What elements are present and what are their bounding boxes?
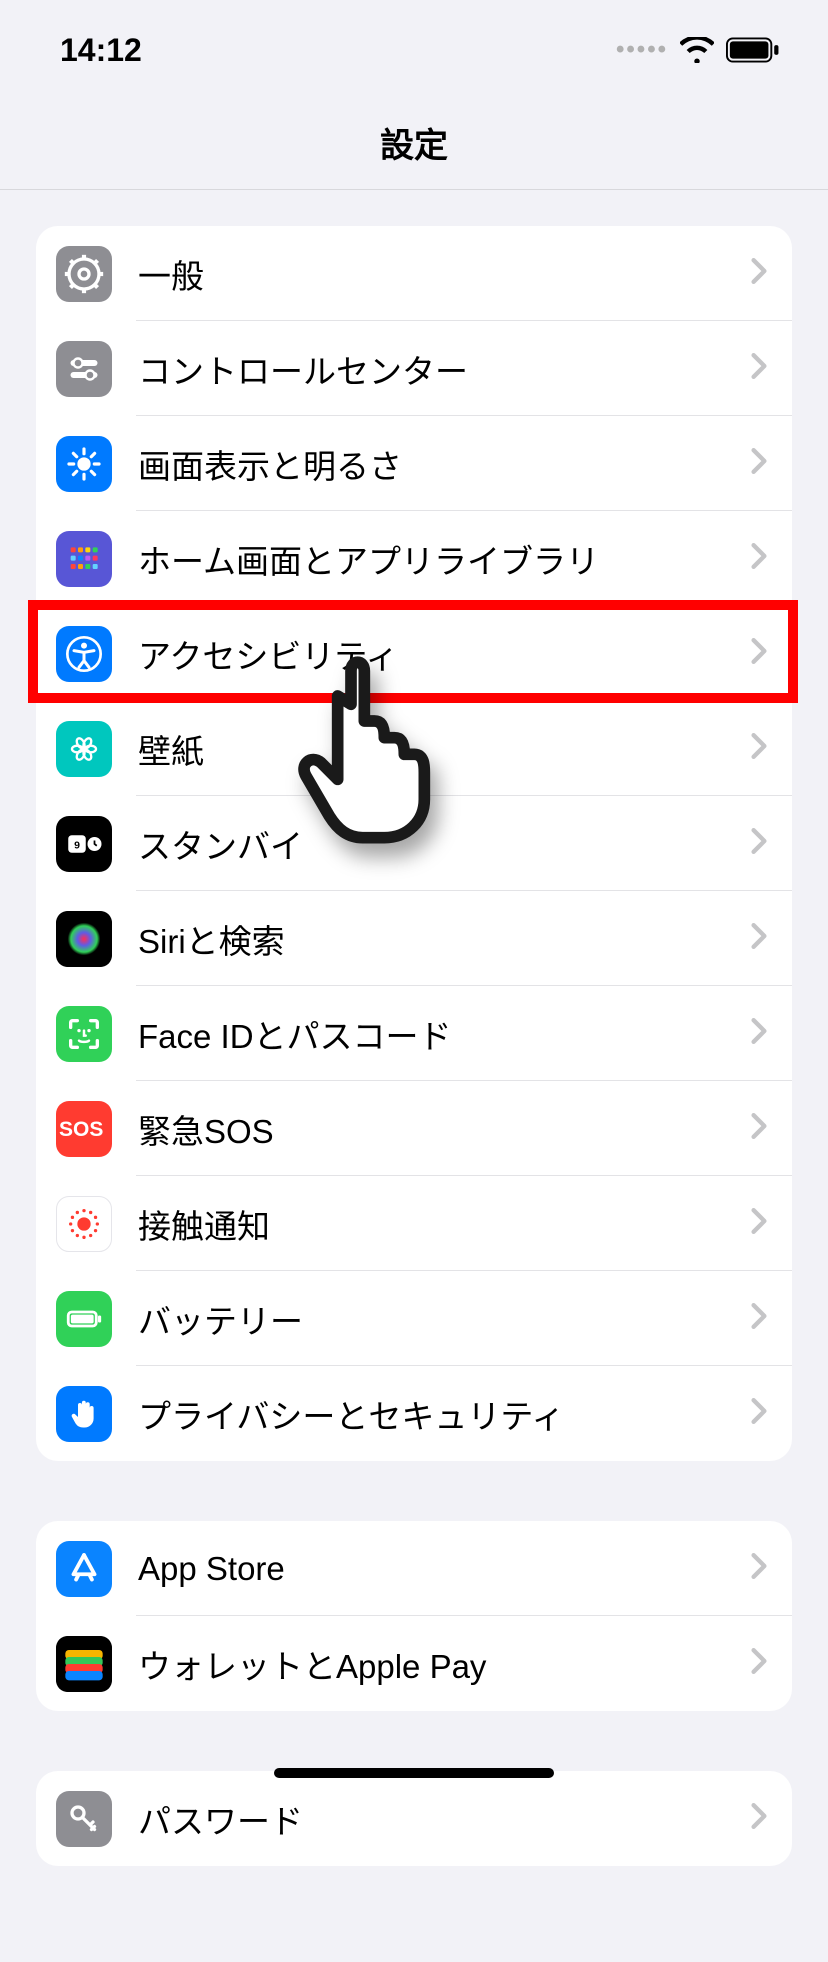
row-controlcenter[interactable]: コントロールセンター: [36, 321, 792, 416]
chevron-right-icon: [750, 1396, 768, 1431]
hand-cursor-icon: [286, 646, 456, 851]
row-label: 緊急SOS: [138, 1105, 750, 1153]
chevron-right-icon: [750, 1551, 768, 1586]
status-bar: 14:12 •••••: [0, 0, 828, 100]
row-label: Face IDとパスコード: [138, 1010, 750, 1058]
chevron-right-icon: [750, 446, 768, 481]
chevron-right-icon: [750, 541, 768, 576]
siri-icon: [56, 911, 112, 967]
row-wallet[interactable]: ウォレットとApple Pay: [36, 1616, 792, 1711]
exposure-icon: [56, 1196, 112, 1252]
row-label: プライバシーとセキュリティ: [138, 1390, 750, 1438]
row-display[interactable]: 画面表示と明るさ: [36, 416, 792, 511]
battery-icon: [726, 37, 780, 63]
chevron-right-icon: [750, 1111, 768, 1146]
appstore-icon: [56, 1541, 112, 1597]
row-home[interactable]: ホーム画面とアプリライブラリ: [36, 511, 792, 606]
face-icon: [56, 1006, 112, 1062]
sos-icon: SOS: [56, 1101, 112, 1157]
key-icon: [56, 1791, 112, 1847]
row-appstore[interactable]: App Store: [36, 1521, 792, 1616]
row-label: 一般: [138, 250, 750, 298]
status-time: 14:12: [60, 32, 142, 69]
hand-icon: [56, 1386, 112, 1442]
status-right: •••••: [616, 36, 780, 64]
row-battery[interactable]: バッテリー: [36, 1271, 792, 1366]
row-sos[interactable]: SOS 緊急SOS: [36, 1081, 792, 1176]
chevron-right-icon: [750, 1646, 768, 1681]
flower-icon: [56, 721, 112, 777]
wifi-icon: [680, 37, 714, 63]
chevron-right-icon: [750, 1301, 768, 1336]
chevron-right-icon: [750, 1016, 768, 1051]
row-passwords[interactable]: パスワード: [36, 1771, 792, 1866]
accessibility-icon: [56, 626, 112, 682]
chevron-right-icon: [750, 1801, 768, 1836]
gear-icon: [56, 246, 112, 302]
row-label: パスワード: [138, 1795, 750, 1843]
row-exposure[interactable]: 接触通知: [36, 1176, 792, 1271]
chevron-right-icon: [750, 731, 768, 766]
row-label: Siriと検索: [138, 915, 750, 963]
svg-text:SOS: SOS: [59, 1118, 103, 1141]
chevron-right-icon: [750, 826, 768, 861]
page-title: 設定: [0, 100, 828, 190]
sun-icon: [56, 436, 112, 492]
wallet-icon: [56, 1636, 112, 1692]
row-label: コントロールセンター: [138, 345, 750, 393]
chevron-right-icon: [750, 636, 768, 671]
row-faceid[interactable]: Face IDとパスコード: [36, 986, 792, 1081]
row-label: ホーム画面とアプリライブラリ: [138, 535, 750, 583]
battery-icon: [56, 1291, 112, 1347]
cellular-dots-icon: •••••: [616, 36, 668, 64]
chevron-right-icon: [750, 1206, 768, 1241]
chevron-right-icon: [750, 921, 768, 956]
clock-icon: 9: [56, 816, 112, 872]
row-siri[interactable]: Siriと検索: [36, 891, 792, 986]
chevron-right-icon: [750, 256, 768, 291]
row-general[interactable]: 一般: [36, 226, 792, 321]
row-label: 接触通知: [138, 1200, 750, 1248]
settings-group: パスワード: [36, 1771, 792, 1866]
settings-group: App Store ウォレットとApple Pay: [36, 1521, 792, 1711]
row-label: バッテリー: [138, 1295, 750, 1343]
row-label: ウォレットとApple Pay: [138, 1640, 750, 1688]
svg-text:9: 9: [74, 839, 80, 851]
row-label: App Store: [138, 1550, 750, 1588]
row-privacy[interactable]: プライバシーとセキュリティ: [36, 1366, 792, 1461]
chevron-right-icon: [750, 351, 768, 386]
row-label: 画面表示と明るさ: [138, 440, 750, 488]
sliders-icon: [56, 341, 112, 397]
grid-icon: [56, 531, 112, 587]
home-indicator[interactable]: [274, 1768, 554, 1778]
